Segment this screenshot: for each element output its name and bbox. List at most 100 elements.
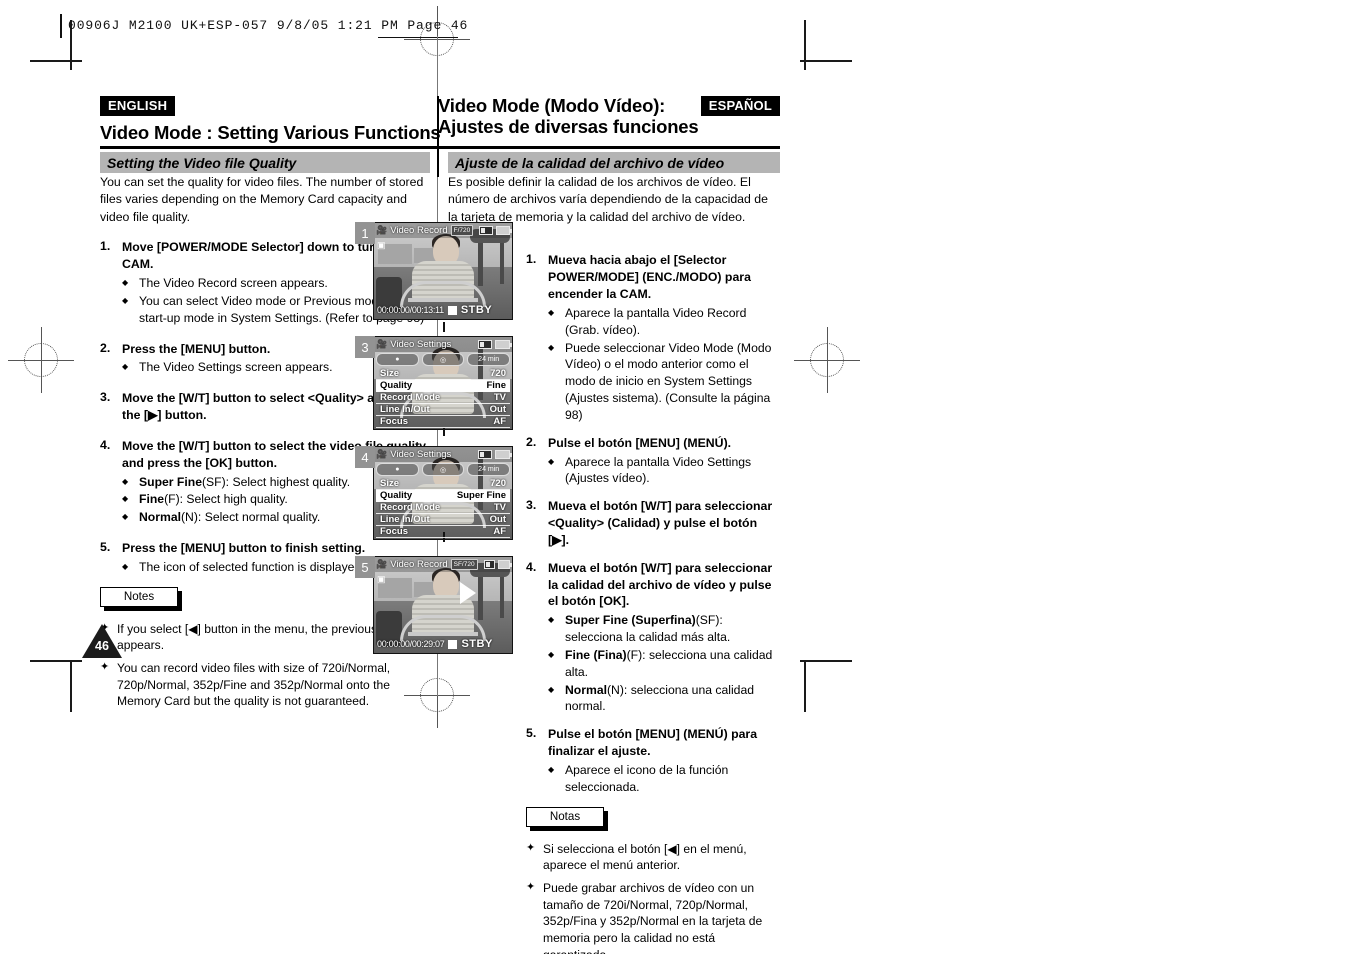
note-item: Puede grabar archivos de vídeo con un ta… [526,880,780,954]
menu-tab-row: ● ◎ 24 min [376,353,511,366]
photo-handlebar-cross [408,631,478,636]
crop-mark-tr-v [804,20,806,70]
step-title: Mueva el botón [W/T] para seleccionar la… [548,560,773,609]
crop-mark-bl-v [70,660,72,712]
osd-mode-title: Video Record [390,559,448,570]
menu-row-quality[interactable]: Quality Fine [376,380,510,392]
spanish-notes-list: Si selecciona el botón [◀] en el menú, a… [526,841,780,954]
sub-item-bold: Normal [565,682,607,697]
note-item: Si selecciona el botón [◀] en el menú, a… [526,841,780,874]
screenshot-panel-column: 1 🎥 Video Record F/720 ▣ 00:00:00/00:13:… [355,222,520,670]
step-number: 3. [100,390,111,405]
menu-row-line-in-out[interactable]: Line In/Out Out [376,514,510,526]
osd-status-bar: 🎥 Video Record F/720 [374,223,512,238]
spanish-step-5: 5. Pulse el botón [MENU] (MENÚ) para fin… [526,726,780,795]
osd-mode-title: Video Settings [390,449,452,460]
osd-bottom-bar: 00:00:00/00:29:07 STBY [374,637,512,651]
spanish-step-3: 3. Mueva el botón [W/T] para seleccionar… [526,498,780,549]
sub-item: Fine (Fina)(F): selecciona una calidad a… [548,647,780,681]
sub-item: Aparece la pantalla Video Settings (Ajus… [548,454,780,488]
sub-item: Aparece la pantalla Video Record (Grab. … [548,305,780,339]
menu-row-size[interactable]: Size 720 [376,478,510,490]
spanish-step-2: 2. Pulse el botón [MENU] (MENÚ). Aparece… [526,435,780,488]
sub-item-bold: Normal [139,510,181,525]
panel-connector-3-4 [443,428,445,436]
menu-label: Line In/Out [380,514,430,525]
step-number: 2. [526,434,537,449]
tab-photo-icon[interactable]: ◎ [421,353,465,366]
spanish-step-4: 4. Mueva el botón [W/T] para seleccionar… [526,560,780,716]
tab-record-time[interactable]: 24 min [467,353,511,366]
step-number: 4. [100,437,111,452]
spanish-step-1: 1. Mueva hacia abajo el [Selector POWER/… [526,252,780,423]
step-sublist: Super Fine (Superfina)(SF): selecciona l… [548,612,780,715]
crop-mark-br-v [804,660,806,712]
sub-item-rest: (N): Select normal quality. [181,510,321,525]
menu-label: Quality [380,380,413,391]
menu-value: Super Fine [456,490,506,501]
menu-label: Focus [380,416,408,427]
panel-5: 5 🎥 Video Record SF/720 ▣ 00:00:00/00:29… [355,556,520,662]
tab-video-icon[interactable]: ● [376,353,419,366]
page-header: ENGLISH Video Mode : Setting Various Fun… [100,95,780,152]
notes-label-english: Notes [100,586,178,607]
panel-badge: 3 [355,336,375,358]
step-sublist: Aparece el icono de la función seleccion… [548,762,780,796]
menu-row-size[interactable]: Size 720 [376,368,510,380]
lcd-screen-video-settings-fine: 🎥 Video Settings ● ◎ 24 min Size 720 Qua… [373,336,513,430]
menu-row-focus[interactable]: Focus AF [376,416,510,428]
osd-status-text: STBY [460,304,493,316]
sub-item: Normal(N): selecciona una calidad normal… [548,682,780,716]
spanish-intro: Es posible definir la calidad de los arc… [448,175,768,224]
menu-row-line-in-out[interactable]: Line In/Out Out [376,404,510,416]
page-number-badge: 46 [82,624,122,658]
lcd-screen-video-settings-super-fine: 🎥 Video Settings ● ◎ 24 min Size 720 Qua… [373,446,513,540]
memory-card-icon [478,340,492,349]
memory-card-icon [478,450,492,459]
battery-icon [495,450,512,459]
sub-item-bold: Fine [139,492,165,507]
spanish-notes-tab: Notas [526,806,608,831]
language-tag-spanish-wrap: ESPAÑOL [700,96,780,116]
osd-timecode: 00:00:00/00:13:11 [377,305,444,315]
tab-photo-icon[interactable]: ◎ [421,463,465,476]
sub-item-rest: (F): Select high quality. [164,492,288,507]
settings-menu-rows: Size 720 Quality Fine Record Mode TV Lin… [376,368,510,428]
menu-row-record-mode[interactable]: Record Mode TV [376,392,510,404]
header-underline [100,146,780,149]
language-tag-spanish: ESPAÑOL [700,96,780,116]
menu-value: Fine [486,380,506,391]
settings-menu-rows: Size 720 Quality Super Fine Record Mode … [376,478,510,538]
sub-item: Puede seleccionar Video Mode (Modo Vídeo… [548,340,780,424]
osd-timecode: 00:00:00/00:29:07 [377,639,445,649]
sub-item-bold: Super Fine (Superfina) [565,613,696,628]
page-title-spanish-line2: Ajustes de diversas funciones [438,115,699,137]
language-tag-english: ENGLISH [100,96,176,116]
tab-video-icon[interactable]: ● [376,463,419,476]
play-triangle-icon [459,581,476,604]
menu-row-quality[interactable]: Quality Super Fine [376,490,510,502]
menu-value: 720 [490,478,506,489]
menu-row-focus[interactable]: Focus AF [376,526,510,538]
memory-card-icon [483,560,495,569]
crop-mark-tr-h [800,60,852,62]
step-title: Mueva el botón [W/T] para seleccionar <Q… [548,499,773,547]
camcorder-icon: 🎥 [376,225,388,235]
menu-tab-row: ● ◎ 24 min [376,463,511,476]
menu-label: Size [380,368,400,379]
memory-card-icon [479,226,493,235]
battery-icon [497,560,512,569]
sub-item-bold: Fine (Fina) [565,647,627,662]
tab-record-time[interactable]: 24 min [467,463,511,476]
registration-mark-left [8,327,74,393]
step-sublist: Aparece la pantalla Video Settings (Ajus… [548,454,780,488]
standby-square-icon [448,639,458,649]
osd-status-bar: 🎥 Video Settings [374,447,512,462]
menu-label: Line In/Out [380,404,430,415]
menu-row-record-mode[interactable]: Record Mode TV [376,502,510,514]
panel-3: 3 🎥 Video Settings ● ◎ 24 min Size 720 Q… [355,336,520,438]
menu-value: 720 [490,368,506,379]
notes-label-spanish: Notas [526,806,604,827]
page-number-text: 46 [95,639,109,653]
menu-value: Out [489,404,506,415]
